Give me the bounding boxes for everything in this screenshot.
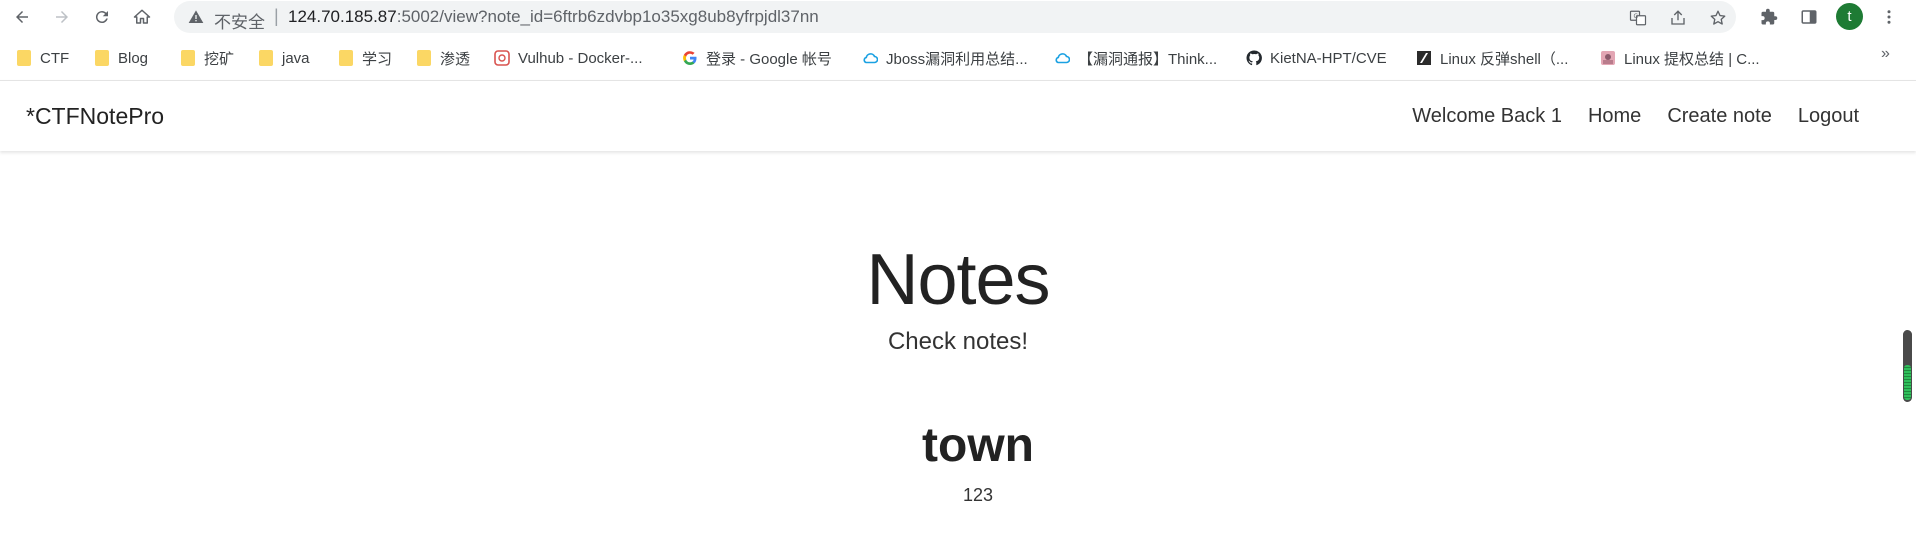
bookmarks-bar: CTF Blog 挖矿 java 学习 渗透 Vulhub - Docker-.… bbox=[0, 41, 1916, 74]
bookmark-label: java bbox=[282, 49, 310, 67]
folder-icon bbox=[258, 50, 274, 66]
share-icon bbox=[1671, 10, 1685, 25]
nav-welcome[interactable]: Welcome Back 1 bbox=[1412, 105, 1562, 128]
page-subtitle: Check notes! bbox=[887, 328, 1029, 355]
warning-icon bbox=[188, 10, 204, 23]
folder-icon bbox=[180, 50, 196, 66]
vulhub-icon bbox=[494, 50, 510, 66]
folder-icon bbox=[416, 50, 432, 66]
google-icon bbox=[682, 50, 698, 66]
browser-menu-button[interactable] bbox=[1877, 5, 1901, 29]
bookmark-label: 登录 - Google 帐号 bbox=[706, 50, 832, 68]
site-navbar: *CTFNotePro Welcome Back 1 Home Create n… bbox=[0, 80, 1916, 151]
bookmarks-overflow-button[interactable]: » bbox=[1881, 45, 1890, 63]
nav-links: Welcome Back 1 Home Create note Logout bbox=[1412, 105, 1859, 128]
bookmark-star-button[interactable] bbox=[1708, 8, 1728, 28]
bookmark-label: Jboss漏洞利用总结... bbox=[886, 50, 1028, 68]
bookmark-blog[interactable]: Blog bbox=[94, 46, 148, 70]
site-brand[interactable]: *CTFNotePro bbox=[26, 103, 164, 130]
scrollbar-indicator bbox=[1904, 365, 1911, 400]
url-path: :5002/view?note_id=6ftrb6zdvbp1o35xg8ub8… bbox=[396, 7, 819, 26]
back-icon bbox=[16, 11, 28, 23]
bookmark-github-cve[interactable]: KietNA-HPT/CVE bbox=[1246, 46, 1387, 70]
bookmark-vulhub[interactable]: Vulhub - Docker-... bbox=[494, 46, 643, 70]
folder-icon bbox=[16, 50, 32, 66]
home-icon bbox=[133, 9, 151, 24]
reload-button[interactable] bbox=[88, 3, 116, 31]
bookmark-label: Vulhub - Docker-... bbox=[518, 49, 643, 67]
folder-icon bbox=[338, 50, 354, 66]
bookmark-label: CTF bbox=[40, 49, 70, 67]
star-icon bbox=[1710, 10, 1726, 25]
web-page: *CTFNotePro Welcome Back 1 Home Create n… bbox=[0, 80, 1916, 545]
bookmark-linux-privesc[interactable]: Linux 提权总结 | C... bbox=[1600, 46, 1760, 70]
nav-create-note[interactable]: Create note bbox=[1667, 105, 1772, 128]
bookmark-linux-shell[interactable]: Linux 反弹shell（... bbox=[1416, 46, 1568, 70]
home-button[interactable] bbox=[128, 3, 156, 31]
bookmark-ctf[interactable]: CTF bbox=[16, 46, 69, 70]
address-bar[interactable]: 不安全 | 124.70.185.87:5002/view?note_id=6f… bbox=[174, 1, 1736, 33]
bookmark-label: 渗透 bbox=[440, 50, 471, 68]
github-icon bbox=[1246, 50, 1262, 66]
zhihu-slash-icon bbox=[1416, 50, 1432, 66]
bookmark-label: Blog bbox=[118, 49, 149, 67]
extensions-icon bbox=[1761, 8, 1778, 25]
profile-avatar[interactable]: t bbox=[1836, 3, 1863, 30]
bookmark-study[interactable]: 学习 bbox=[338, 46, 392, 70]
cloud-icon bbox=[1054, 50, 1070, 66]
security-label[interactable]: 不安全 bbox=[214, 8, 265, 33]
bookmark-jboss[interactable]: Jboss漏洞利用总结... bbox=[862, 46, 1028, 70]
reload-icon bbox=[95, 11, 108, 24]
svg-text:G: G bbox=[1634, 13, 1639, 20]
page-title: Notes bbox=[866, 240, 1050, 320]
bookmark-pentest[interactable]: 渗透 bbox=[416, 46, 470, 70]
bookmark-google-login[interactable]: 登录 - Google 帐号 bbox=[682, 46, 832, 70]
bookmark-label: 学习 bbox=[362, 50, 393, 68]
translate-button[interactable]: G bbox=[1628, 8, 1648, 28]
bookmark-label: KietNA-HPT/CVE bbox=[1270, 49, 1387, 67]
bookmark-label: Linux 提权总结 | C... bbox=[1624, 50, 1760, 68]
forward-icon bbox=[56, 11, 68, 23]
note-title: town bbox=[922, 419, 1034, 472]
translate-icon: G bbox=[1629, 10, 1647, 26]
browser-toolbar: 不安全 | 124.70.185.87:5002/view?note_id=6f… bbox=[0, 0, 1916, 33]
bookmark-vuln-notice[interactable]: 【漏洞通报】Think... bbox=[1054, 46, 1217, 70]
back-button[interactable] bbox=[8, 3, 36, 31]
bookmark-label: Linux 反弹shell（... bbox=[1440, 50, 1569, 68]
bookmark-label: 挖矿 bbox=[204, 50, 235, 68]
cloud-icon bbox=[862, 50, 878, 66]
side-panel-button[interactable] bbox=[1797, 5, 1821, 29]
more-icon bbox=[1887, 10, 1891, 24]
url-text[interactable]: 124.70.185.87:5002/view?note_id=6ftrb6zd… bbox=[288, 7, 819, 27]
forward-button[interactable] bbox=[48, 3, 76, 31]
omnibox-separator: | bbox=[274, 6, 279, 26]
bookmark-label: 【漏洞通报】Think... bbox=[1078, 50, 1218, 68]
url-host: 124.70.185.87 bbox=[288, 7, 397, 26]
share-button[interactable] bbox=[1668, 8, 1688, 28]
bookmark-mining[interactable]: 挖矿 bbox=[180, 46, 234, 70]
side-panel-icon bbox=[1801, 10, 1817, 24]
nav-home[interactable]: Home bbox=[1588, 105, 1641, 128]
extensions-button[interactable] bbox=[1757, 5, 1781, 29]
nav-logout[interactable]: Logout bbox=[1798, 105, 1859, 128]
note-content: 123 bbox=[962, 485, 994, 505]
folder-icon bbox=[94, 50, 110, 66]
image-favicon-icon bbox=[1600, 50, 1616, 66]
bookmark-java[interactable]: java bbox=[258, 46, 310, 70]
